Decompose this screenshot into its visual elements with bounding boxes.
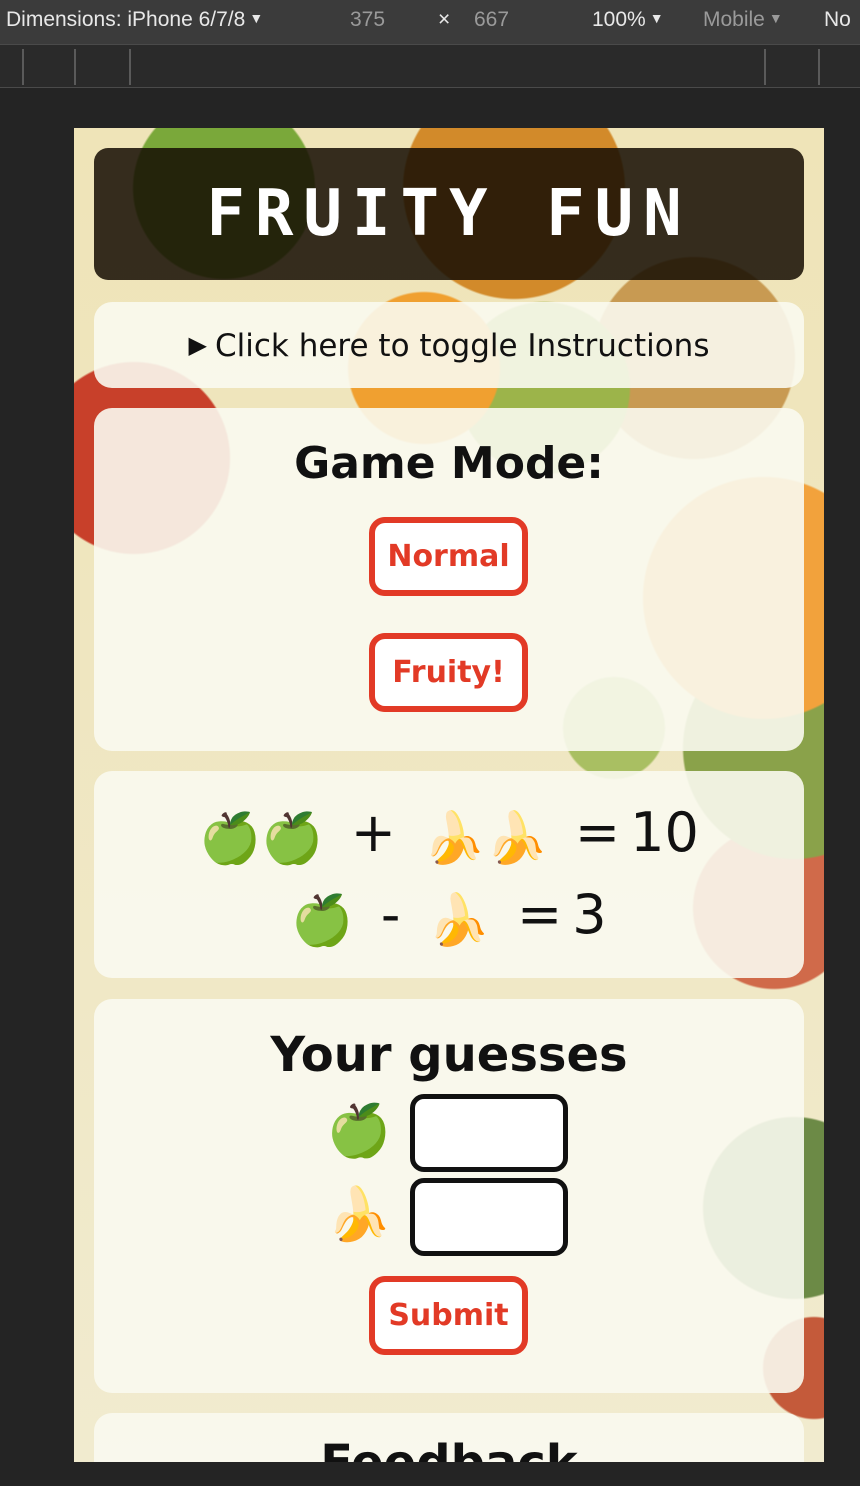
guesses-heading: Your guesses [270, 1027, 628, 1083]
guesses-panel: Your guesses 🍏 🍌 Submit [94, 999, 804, 1393]
green-apple-icon: 🍏 [261, 809, 324, 867]
game-mode-heading: Game Mode: [294, 438, 604, 489]
devtools-toolbar: Dimensions: iPhone 6/7/8 ▼ 375 × 667 100%… [0, 0, 860, 44]
submit-button[interactable]: Submit [369, 1276, 528, 1355]
ruler-tick [74, 49, 76, 85]
fruity-mode-button[interactable]: Fruity! [369, 633, 528, 712]
equals-sign: = [516, 883, 563, 946]
game-mode-panel: Game Mode: Normal Fruity! [94, 408, 804, 751]
banana-guess-input[interactable] [410, 1178, 568, 1256]
instructions-toggle-label: Click here to toggle Instructions [214, 328, 710, 364]
chevron-down-icon: ▼ [649, 10, 664, 26]
equals-sign: = [574, 801, 621, 864]
chevron-down-icon: ▼ [768, 10, 783, 26]
feedback-panel: Feedback [94, 1413, 804, 1462]
equations-panel: 🍏🍏 + 🍌🍌 = 10 🍏 - 🍌 = 3 [94, 771, 804, 978]
plus-operator: + [350, 801, 397, 864]
green-apple-icon: 🍏 [291, 891, 354, 949]
banana-icon: 🍌 [423, 809, 486, 867]
feedback-heading: Feedback [94, 1435, 804, 1462]
times-icon: × [438, 8, 451, 31]
device-dimensions-label: Dimensions: iPhone 6/7/8 [6, 8, 246, 31]
height-field[interactable]: 667 [474, 8, 509, 32]
banana-icon: 🍌 [485, 809, 548, 867]
throttle-select[interactable]: Mobile ▼ [703, 8, 783, 32]
zoom-label: 100% [592, 8, 646, 31]
app-title: FRUITY FUN [94, 148, 804, 280]
ruler-tick [764, 49, 766, 85]
green-apple-icon: 🍏 [326, 1101, 392, 1161]
more-select[interactable]: No [824, 8, 851, 32]
instructions-toggle[interactable]: ▶ Click here to toggle Instructions [94, 302, 804, 388]
equation-2: 🍏 - 🍌 = 3 [94, 883, 804, 950]
banana-icon: 🍌 [427, 891, 490, 949]
equation-2-result: 3 [572, 883, 607, 946]
ruler-tick [22, 49, 24, 85]
normal-mode-button[interactable]: Normal [369, 517, 528, 596]
banana-icon: 🍌 [326, 1185, 392, 1245]
equation-1-result: 10 [630, 801, 699, 864]
width-field[interactable]: 375 [350, 8, 385, 32]
green-apple-icon: 🍏 [199, 809, 262, 867]
minus-operator: - [380, 883, 401, 946]
media-query-ruler [0, 44, 860, 88]
throttle-label: Mobile [703, 8, 765, 31]
chevron-down-icon: ▼ [249, 10, 264, 26]
equation-1: 🍏🍏 + 🍌🍌 = 10 [94, 801, 804, 868]
device-dimensions-select[interactable]: Dimensions: iPhone 6/7/8 ▼ [6, 8, 263, 32]
ruler-tick [129, 49, 131, 85]
triangle-right-icon: ▶ [188, 331, 207, 359]
ruler-tick [818, 49, 820, 85]
device-viewport: FRUITY FUN ▶ Click here to toggle Instruc… [74, 128, 824, 1462]
apple-guess-input[interactable] [410, 1094, 568, 1172]
zoom-select[interactable]: 100% ▼ [592, 8, 664, 32]
